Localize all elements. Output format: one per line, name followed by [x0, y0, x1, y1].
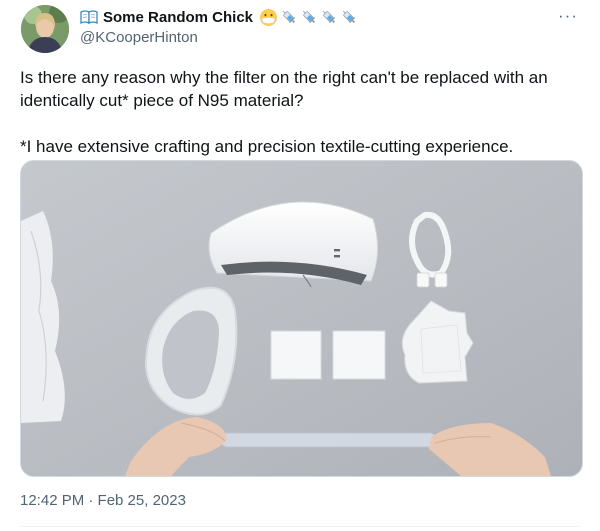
avatar-image [21, 5, 69, 53]
more-options-icon[interactable]: ··· [558, 6, 578, 26]
divider [20, 526, 580, 527]
syringe-icon [343, 10, 356, 24]
user-handle[interactable]: @KCooperHinton [80, 29, 580, 46]
tweet-text: Is there any reason why the filter on th… [20, 66, 580, 158]
tweet-paragraph: *I have extensive crafting and precision… [20, 137, 514, 156]
name-emoji-row [259, 8, 360, 27]
tweet-paragraph: Is there any reason why the filter on th… [20, 68, 548, 110]
tweet-media-image[interactable] [20, 160, 583, 477]
tweet-timestamp[interactable]: 12:42 PM · Feb 25, 2023 [20, 492, 186, 509]
open-book-icon [80, 9, 98, 25]
tweet: Some Random Chick @KCooperHinton ··· Is … [0, 0, 600, 531]
syringe-icon [283, 10, 296, 24]
tweet-header: Some Random Chick @KCooperHinton [80, 6, 580, 48]
avatar[interactable] [21, 5, 69, 53]
display-name[interactable]: Some Random Chick [103, 9, 253, 26]
face-with-mask-icon [259, 8, 278, 26]
name-row: Some Random Chick [80, 6, 580, 28]
syringe-icon [303, 10, 316, 24]
mask-kit-photo [21, 161, 582, 476]
syringe-icon [323, 10, 336, 24]
